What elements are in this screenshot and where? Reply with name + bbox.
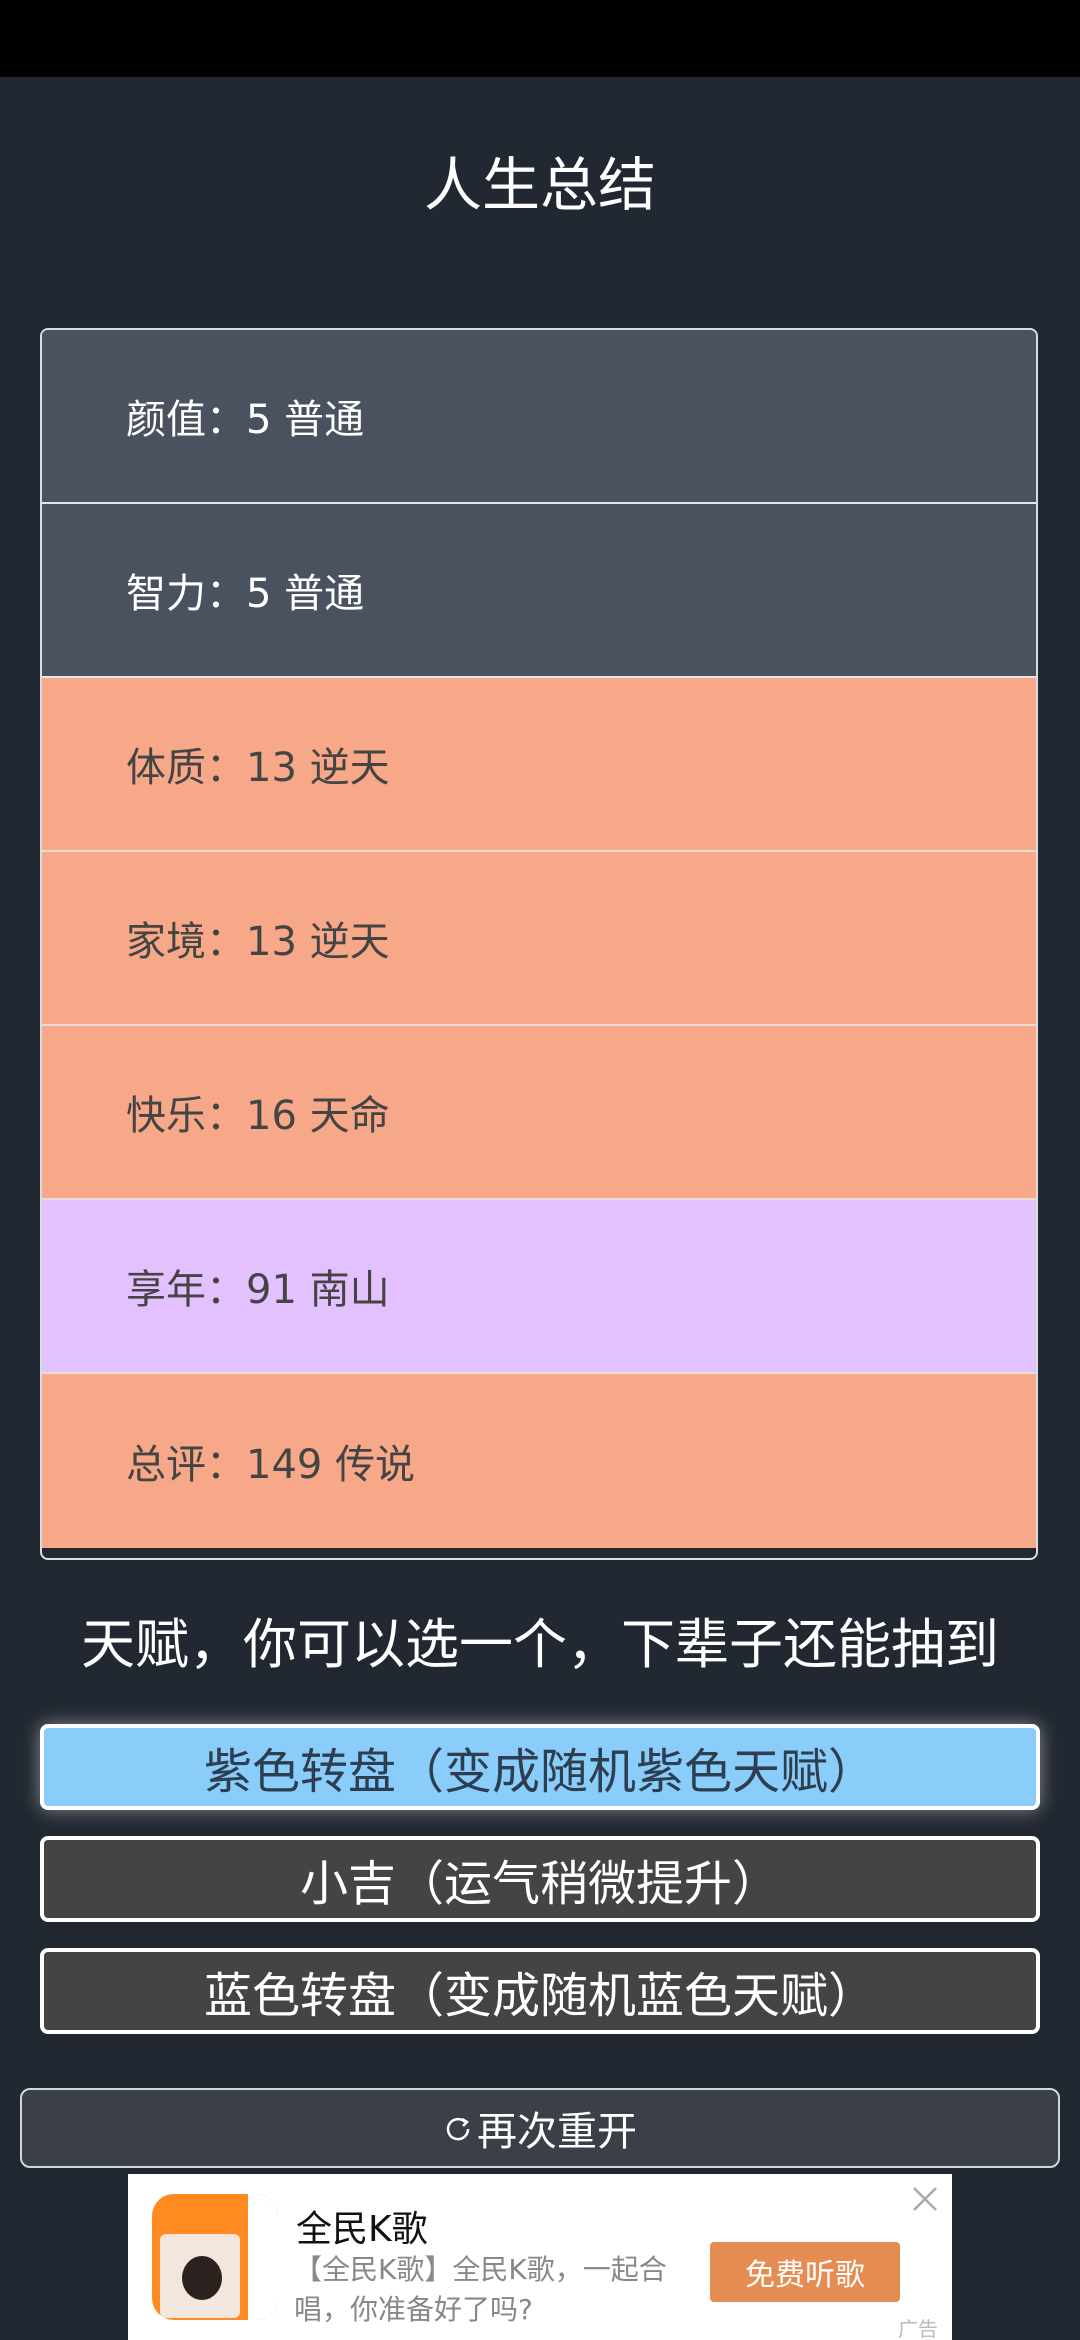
ad-photo-person bbox=[182, 2256, 222, 2300]
summary-label: 体质： bbox=[126, 745, 246, 791]
summary-row-intelligence: 智力： 5 普通 bbox=[42, 504, 1036, 678]
summary-value: 91 南山 bbox=[246, 1267, 390, 1313]
summary-label: 享年： bbox=[126, 1267, 246, 1313]
summary-value: 16 天命 bbox=[246, 1093, 390, 1139]
summary-label: 家境： bbox=[126, 919, 246, 965]
summary-row-overall: 总评： 149 传说 bbox=[42, 1374, 1036, 1548]
summary-row-physique: 体质： 13 逆天 bbox=[42, 678, 1036, 852]
ad-cta-button[interactable]: 免费听歌 bbox=[710, 2242, 900, 2302]
ad-banner[interactable]: 全民K歌 【全民K歌】全民K歌，一起合唱，你准备好了吗? 免费听歌 广告 bbox=[128, 2174, 952, 2340]
talent-option-blue-wheel[interactable]: 蓝色转盘（变成随机蓝色天赋） bbox=[40, 1948, 1040, 2034]
ad-thumb-strip bbox=[248, 2194, 278, 2320]
ad-tag: 广告 bbox=[898, 2317, 938, 2340]
talent-option-purple-wheel[interactable]: 紫色转盘（变成随机紫色天赋） bbox=[40, 1724, 1040, 1810]
talent-heading: 天赋，你可以选一个，下辈子还能抽到 bbox=[81, 1613, 999, 1676]
ad-photo bbox=[160, 2234, 240, 2318]
summary-label: 总评： bbox=[126, 1442, 246, 1488]
summary-value: 149 传说 bbox=[246, 1442, 416, 1488]
restart-label: 再次重开 bbox=[477, 2109, 637, 2155]
summary-row-family: 家境： 13 逆天 bbox=[42, 852, 1036, 1026]
close-icon[interactable] bbox=[908, 2182, 942, 2216]
summary-row-appearance: 颜值： 5 普通 bbox=[42, 330, 1036, 504]
talent-option-minor-luck[interactable]: 小吉（运气稍微提升） bbox=[40, 1836, 1040, 1922]
summary-value: 13 逆天 bbox=[246, 745, 390, 791]
status-bar bbox=[0, 0, 1080, 77]
summary-label: 颜值： bbox=[126, 397, 246, 443]
summary-label: 智力： bbox=[126, 571, 246, 617]
restart-button[interactable]: 再次重开 bbox=[20, 2088, 1060, 2168]
summary-label: 快乐： bbox=[126, 1093, 246, 1139]
summary-value: 13 逆天 bbox=[246, 919, 390, 965]
page-title: 人生总结 bbox=[423, 151, 656, 219]
summary-value: 5 普通 bbox=[246, 397, 365, 443]
summary-row-happiness: 快乐： 16 天命 bbox=[42, 1026, 1036, 1200]
refresh-icon bbox=[446, 2117, 470, 2141]
ad-title: 全民K歌 bbox=[296, 2209, 428, 2250]
summary-value: 5 普通 bbox=[246, 571, 365, 617]
ad-app-thumbnail bbox=[152, 2194, 278, 2320]
life-summary-panel: 颜值： 5 普通 智力： 5 普通 体质： 13 逆天 家境： 13 逆天 快乐： 16 … bbox=[40, 328, 1038, 1560]
summary-row-lifespan: 享年： 91 南山 bbox=[42, 1200, 1036, 1374]
ad-description: 【全民K歌】全民K歌，一起合唱，你准备好了吗? bbox=[294, 2253, 667, 2326]
